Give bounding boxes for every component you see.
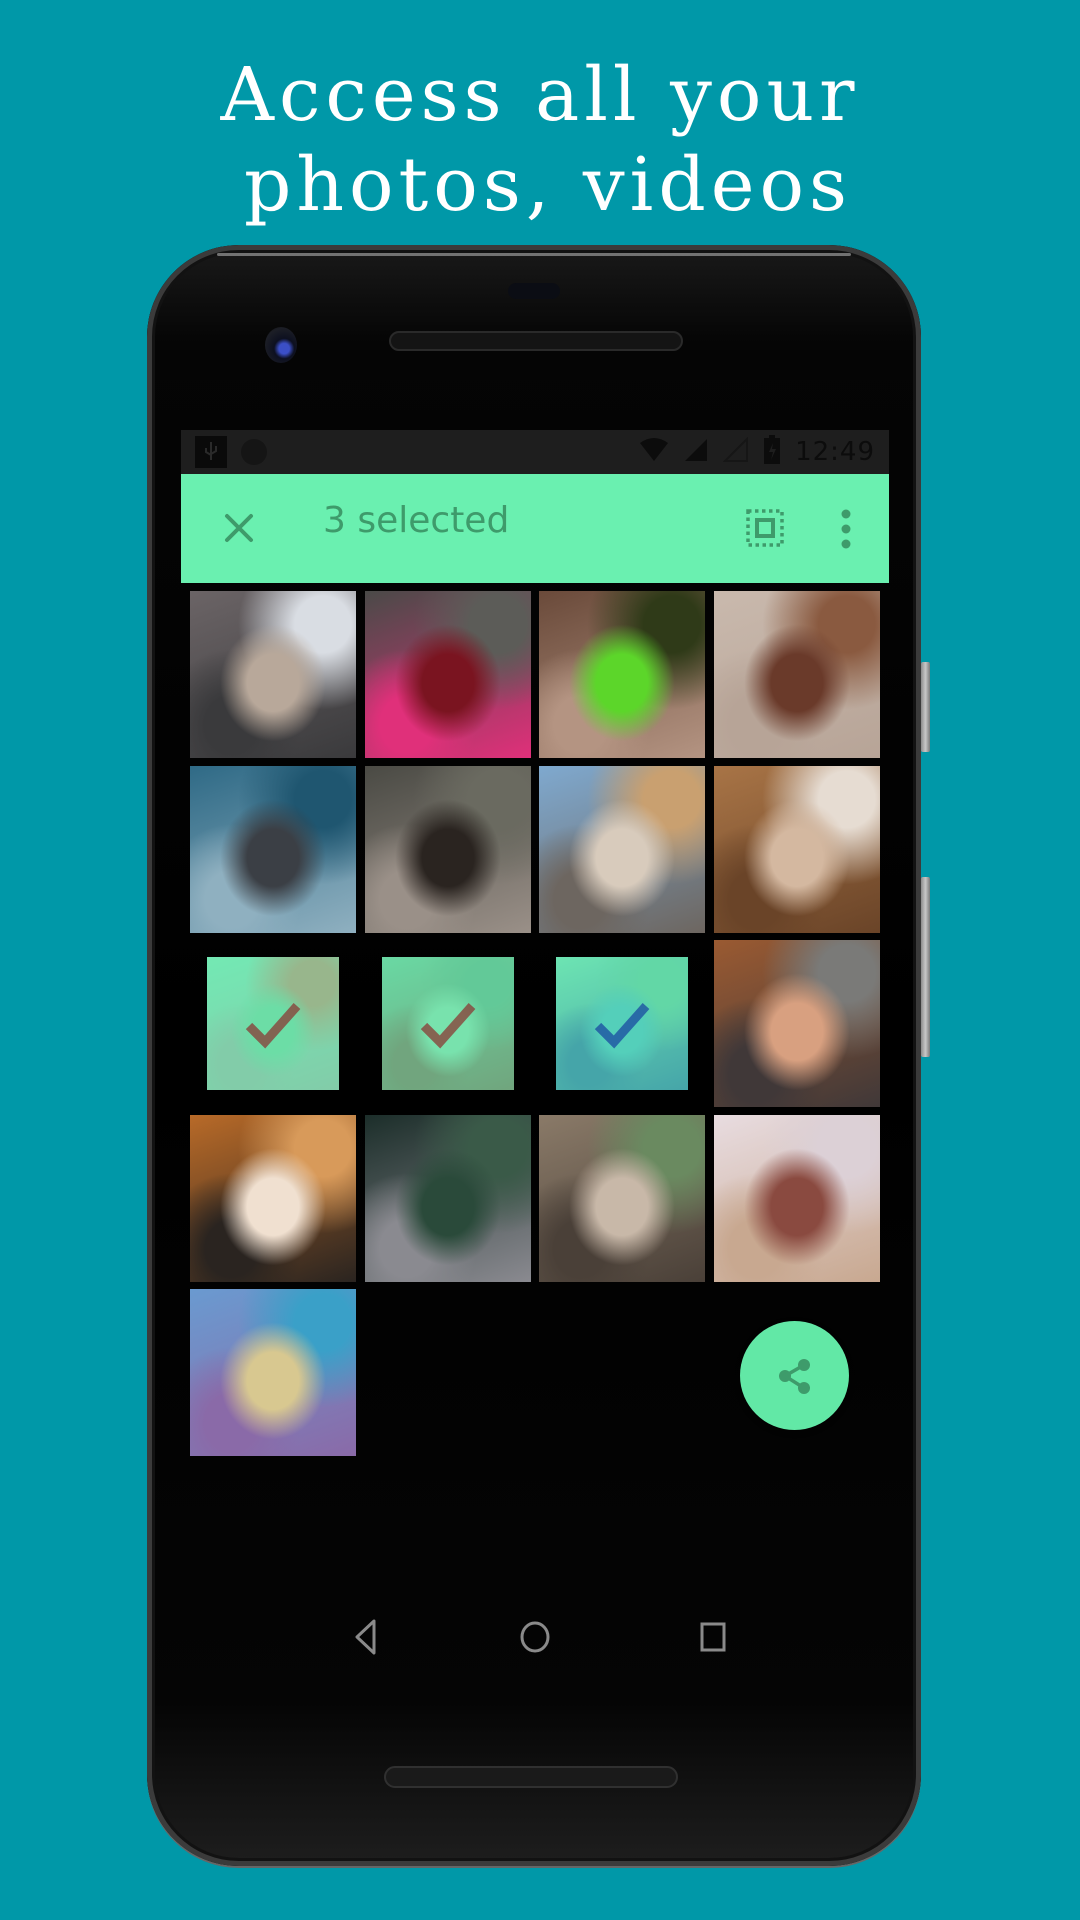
status-time: 12:49 — [795, 437, 875, 467]
select-all-button[interactable] — [743, 506, 787, 550]
photo-thumbnail — [364, 765, 531, 933]
more-options-button[interactable] — [831, 504, 861, 554]
photo-thumbnail — [190, 1289, 356, 1456]
photo-tile[interactable] — [364, 591, 531, 758]
headline-line-1: Access all your — [220, 52, 860, 138]
headline-line-2: photos, videos — [243, 142, 853, 228]
selection-toolbar: 3 selected — [181, 474, 889, 583]
photo-thumbnail — [539, 591, 705, 758]
usb-icon — [195, 436, 227, 468]
status-bar: 12:49 — [181, 430, 889, 474]
more-vert-icon — [841, 509, 851, 549]
photo-tile[interactable] — [713, 940, 880, 1107]
photo-thumbnail — [190, 765, 356, 933]
photo-tile[interactable] — [364, 1114, 531, 1282]
photo-tile[interactable] — [713, 1114, 880, 1282]
photo-tile[interactable] — [539, 1114, 705, 1282]
photo-tile[interactable] — [190, 591, 356, 758]
photo-thumbnail — [713, 1114, 880, 1282]
photo-thumbnail — [713, 591, 880, 758]
cell-signal-2-icon — [722, 436, 749, 467]
selection-count-title: 3 selected — [323, 500, 510, 541]
system-nav-bar — [181, 1612, 889, 1662]
phone-power-button — [921, 662, 930, 752]
photo-tile-selected[interactable] — [190, 940, 356, 1107]
select-all-icon — [746, 509, 784, 547]
photo-tile[interactable] — [713, 591, 880, 758]
cell-signal-icon — [683, 437, 709, 467]
back-button[interactable] — [341, 1612, 391, 1662]
home-icon — [520, 1621, 550, 1653]
photo-tile-selected[interactable] — [365, 940, 531, 1107]
earpiece-sensor — [508, 283, 560, 299]
back-icon — [355, 1619, 376, 1655]
recents-button[interactable] — [688, 1612, 738, 1662]
battery-icon — [763, 435, 781, 469]
photo-tile[interactable] — [190, 1289, 356, 1456]
photo-tile[interactable] — [539, 765, 705, 933]
headline: Access all your photos, videos — [0, 50, 1080, 230]
photo-thumbnail — [539, 1114, 705, 1282]
photo-tile[interactable] — [539, 591, 705, 758]
phone-volume-button — [921, 877, 930, 1057]
photo-thumbnail — [713, 940, 880, 1107]
bottom-speaker-grille — [384, 1766, 678, 1788]
photo-tile[interactable] — [190, 765, 356, 933]
wifi-icon — [639, 437, 669, 467]
front-camera-icon — [265, 327, 297, 363]
checkmark-icon — [594, 1002, 650, 1049]
photo-tile[interactable] — [364, 765, 531, 933]
phone-edge-highlight — [217, 253, 851, 256]
home-button[interactable] — [510, 1612, 560, 1662]
photo-tile[interactable] — [190, 1114, 356, 1282]
photo-thumbnail — [713, 765, 880, 933]
notification-dot-icon — [241, 439, 267, 465]
photo-thumbnail — [539, 765, 705, 933]
checkmark-icon — [245, 1002, 301, 1049]
photo-thumbnail — [364, 1114, 531, 1282]
close-selection-button[interactable] — [217, 506, 261, 550]
photo-thumbnail — [190, 1114, 356, 1282]
share-icon — [778, 1358, 810, 1394]
share-fab[interactable] — [740, 1321, 849, 1430]
photo-thumbnail — [364, 591, 531, 758]
recents-icon — [700, 1622, 726, 1652]
top-speaker-grille — [389, 331, 683, 351]
photo-tile-selected[interactable] — [539, 940, 705, 1107]
close-icon — [225, 514, 253, 542]
photo-tile[interactable] — [713, 765, 880, 933]
checkmark-icon — [420, 1002, 475, 1049]
photo-thumbnail — [190, 591, 356, 758]
